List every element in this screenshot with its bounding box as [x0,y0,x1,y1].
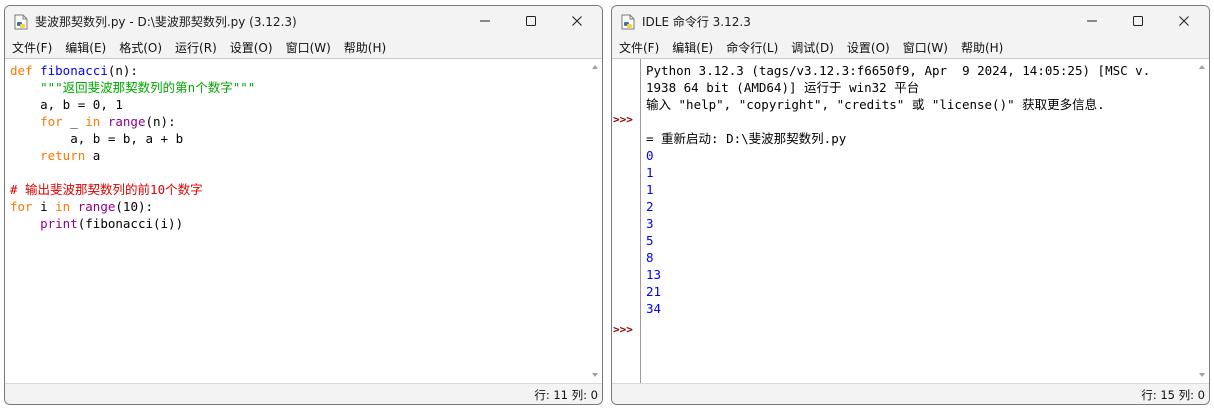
code-keyword: def [10,63,33,78]
shell-banner-line: 1938 64 bit (AMD64)] 运行于 win32 平台 [646,80,920,95]
shell-output-line: 5 [646,233,654,248]
code-function-name: fibonacci [40,63,108,78]
minimize-button[interactable] [462,6,508,36]
editor-statusbar: 行: 11 列: 0 [5,383,602,404]
shell-output-line: 34 [646,301,662,316]
python-idle-icon [621,14,635,30]
scroll-down-icon[interactable] [1197,370,1207,380]
status-column: 列: 0 [1178,388,1205,402]
close-button[interactable] [554,6,600,36]
code-text-fragment: (n): [107,63,138,78]
menu-debug[interactable]: 调试(D) [791,39,834,56]
shell-menubar: 文件(F) 编辑(E) 命令行(L) 调试(D) 设置(O) 窗口(W) 帮助(… [612,37,1209,57]
code-text-fragment: i [32,199,56,214]
maximize-button[interactable] [1115,6,1161,36]
code-text-fragment: a [85,148,101,163]
editor-menubar: 文件(F) 编辑(E) 格式(O) 运行(R) 设置(O) 窗口(W) 帮助(H… [5,37,602,57]
minimize-icon [480,20,490,22]
code-keyword: for [10,199,33,214]
scroll-up-icon[interactable] [1197,62,1207,72]
status-column: 列: 0 [571,388,598,402]
shell-title: IDLE 命令行 3.12.3 [642,15,751,29]
menu-help[interactable]: 帮助(H) [344,39,386,56]
code-docstring: """返回斐波那契数列的第n个数字""" [40,80,256,95]
close-icon [572,16,582,26]
minimize-button[interactable] [1069,6,1115,36]
menu-format[interactable]: 格式(O) [119,39,162,56]
code-keyword: for [40,114,63,129]
vertical-scrollbar[interactable] [1195,59,1209,383]
menu-file[interactable]: 文件(F) [619,39,659,56]
shell-prompt: >>> [613,113,633,126]
code-builtin: range [77,199,116,214]
shell-restart-line: = 重新启动: D:\斐波那契数列.py [646,131,847,146]
scroll-up-icon[interactable] [590,62,600,72]
minimize-icon [1087,20,1097,22]
code-text-fragment: (fibonacci(i)) [77,216,184,231]
code-text-fragment: (10): [115,199,154,214]
menu-file[interactable]: 文件(F) [12,39,52,56]
code-keyword: in [55,199,71,214]
shell-output-line: 3 [646,216,654,231]
code-comment: # 输出斐波那契数列的前10个数字 [10,182,203,197]
shell-banner-line: 输入 "help", "copyright", "credits" 或 "lic… [646,97,1105,112]
shell-statusbar: 行: 15 列: 0 [612,383,1209,404]
shell-output-line: 1 [646,165,654,180]
menu-options[interactable]: 设置(O) [230,39,273,56]
menu-edit[interactable]: 编辑(E) [672,39,713,56]
menu-shell[interactable]: 命令行(L) [726,39,778,56]
shell-prompt: >>> [613,323,633,336]
close-button[interactable] [1161,6,1207,36]
shell-output-line: 1 [646,182,654,197]
status-line: 行: 15 [1141,388,1175,402]
scroll-down-icon[interactable] [590,370,600,380]
menu-help[interactable]: 帮助(H) [961,39,1003,56]
shell-output-line: 13 [646,267,662,282]
code-text: def fibonacci(n): """返回斐波那契数列的第n个数字""" a… [10,62,255,232]
shell-output-line: 2 [646,199,654,214]
close-icon [1179,16,1189,26]
maximize-button[interactable] [508,6,554,36]
prompt-gutter: >>> >>> [612,59,641,383]
code-text-fragment: a, b = b, a + b [70,131,184,146]
shell-output-line: 21 [646,284,662,299]
shell-text: Python 3.12.3 (tags/v3.12.3:f6650f9, Apr… [646,62,1150,317]
shell-output-area[interactable]: >>> >>> Python 3.12.3 (tags/v3.12.3:f665… [612,58,1209,383]
code-keyword: in [85,114,101,129]
maximize-icon [526,16,536,26]
code-builtin: print [40,216,78,231]
menu-window[interactable]: 窗口(W) [286,39,331,56]
shell-window: IDLE 命令行 3.12.3 文件(F) 编辑(E) 命令行(L) 调试(D)… [611,5,1210,405]
code-editor[interactable]: def fibonacci(n): """返回斐波那契数列的第n个数字""" a… [5,58,602,383]
code-text-fragment: _ [62,114,86,129]
editor-window: 斐波那契数列.py - D:\斐波那契数列.py (3.12.3) 文件(F) … [4,5,603,405]
editor-titlebar[interactable]: 斐波那契数列.py - D:\斐波那契数列.py (3.12.3) [5,6,602,36]
python-idle-icon [14,14,28,30]
editor-title: 斐波那契数列.py - D:\斐波那契数列.py (3.12.3) [35,15,297,29]
shell-output-line: 0 [646,148,654,163]
menu-edit[interactable]: 编辑(E) [65,39,106,56]
shell-titlebar[interactable]: IDLE 命令行 3.12.3 [612,6,1209,36]
code-text-fragment: (n): [145,114,176,129]
menu-run[interactable]: 运行(R) [175,39,217,56]
code-text-fragment: a, b = 0, 1 [40,97,123,112]
menu-window[interactable]: 窗口(W) [903,39,948,56]
maximize-icon [1133,16,1143,26]
code-builtin: range [107,114,146,129]
status-line: 行: 11 [534,388,568,402]
code-keyword: return [40,148,86,163]
shell-output-line: 8 [646,250,654,265]
menu-options[interactable]: 设置(O) [847,39,890,56]
shell-banner-line: Python 3.12.3 (tags/v3.12.3:f6650f9, Apr… [646,63,1151,78]
vertical-scrollbar[interactable] [588,59,602,383]
